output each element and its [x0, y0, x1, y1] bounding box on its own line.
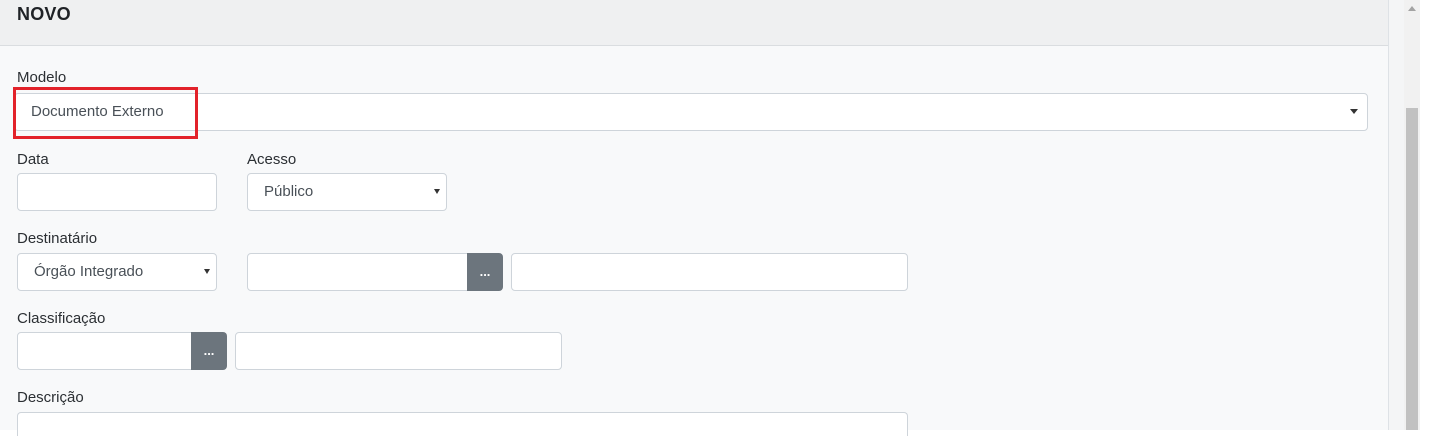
destinatario-code-input[interactable]	[247, 253, 468, 291]
panel-header: NOVO	[0, 0, 1388, 46]
acesso-select[interactable]: Público	[247, 173, 447, 211]
descricao-input[interactable]	[17, 412, 908, 436]
destinatario-name-input[interactable]	[511, 253, 908, 291]
classificacao-label: Classificação	[17, 310, 106, 327]
window-edge	[1420, 0, 1440, 430]
descricao-label: Descrição	[17, 389, 84, 406]
data-label: Data	[17, 151, 49, 168]
classificacao-code-input[interactable]	[17, 332, 192, 370]
chevron-down-icon	[1350, 109, 1358, 114]
acesso-select-value: Público	[264, 183, 314, 200]
destinatario-type-select[interactable]: Órgão Integrado	[17, 253, 217, 291]
chevron-down-icon	[204, 269, 210, 274]
classificacao-name-input[interactable]	[235, 332, 562, 370]
panel-title: NOVO	[17, 4, 71, 24]
modelo-label: Modelo	[17, 69, 67, 86]
destinatario-lookup-button[interactable]: ...	[467, 253, 503, 291]
modelo-select-value: Documento Externo	[31, 103, 164, 120]
data-input[interactable]	[17, 173, 217, 211]
scroll-up-icon[interactable]	[1408, 6, 1416, 11]
form-panel: NOVO Modelo Documento Externo Data Acess…	[0, 0, 1389, 436]
classificacao-lookup-button[interactable]: ...	[191, 332, 227, 370]
destinatario-type-value: Órgão Integrado	[34, 263, 144, 280]
acesso-label: Acesso	[247, 151, 297, 168]
scrollbar-thumb[interactable]	[1406, 108, 1418, 430]
modelo-select[interactable]: Documento Externo	[14, 93, 1368, 131]
destinatario-label: Destinatário	[17, 230, 98, 247]
chevron-down-icon	[434, 189, 440, 194]
